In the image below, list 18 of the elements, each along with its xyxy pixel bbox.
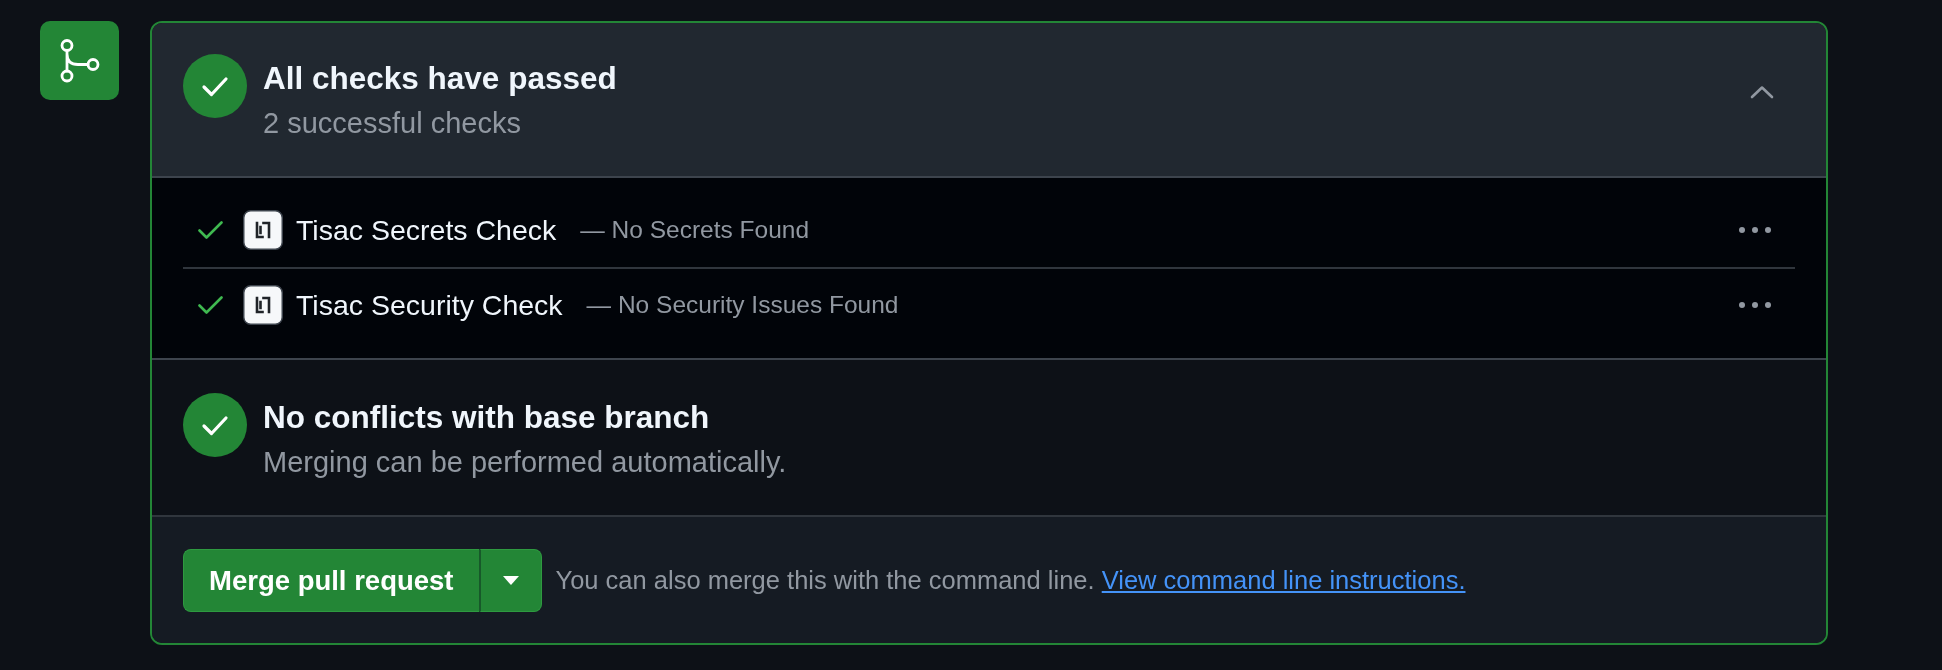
branch-icon bbox=[40, 21, 119, 100]
conflicts-subtitle: Merging can be performed automatically. bbox=[263, 445, 787, 479]
check-description: — No Security Issues Found bbox=[586, 291, 899, 319]
check-description: — No Secrets Found bbox=[580, 216, 810, 244]
check-name[interactable]: Tisac Security Check bbox=[296, 288, 563, 322]
check-name[interactable]: Tisac Secrets Check bbox=[296, 213, 557, 247]
checks-title: All checks have passed bbox=[263, 60, 617, 96]
merge-button[interactable]: Merge pull request bbox=[183, 549, 479, 612]
chevron-up-icon[interactable] bbox=[1750, 85, 1774, 99]
caret-down-icon bbox=[502, 576, 519, 585]
merge-hint: You can also merge this with the command line. View command line instructions. bbox=[555, 566, 1466, 595]
checks-summary: 2 successful checks bbox=[263, 106, 522, 140]
ellipsis-icon[interactable] bbox=[1739, 302, 1771, 308]
conflicts-title: No conflicts with base branch bbox=[263, 399, 711, 435]
app-logo-icon bbox=[243, 285, 283, 325]
command-line-link[interactable]: View command line instructions. bbox=[1101, 566, 1466, 594]
app-logo-icon bbox=[243, 210, 283, 250]
ellipsis-icon[interactable] bbox=[1739, 227, 1771, 233]
